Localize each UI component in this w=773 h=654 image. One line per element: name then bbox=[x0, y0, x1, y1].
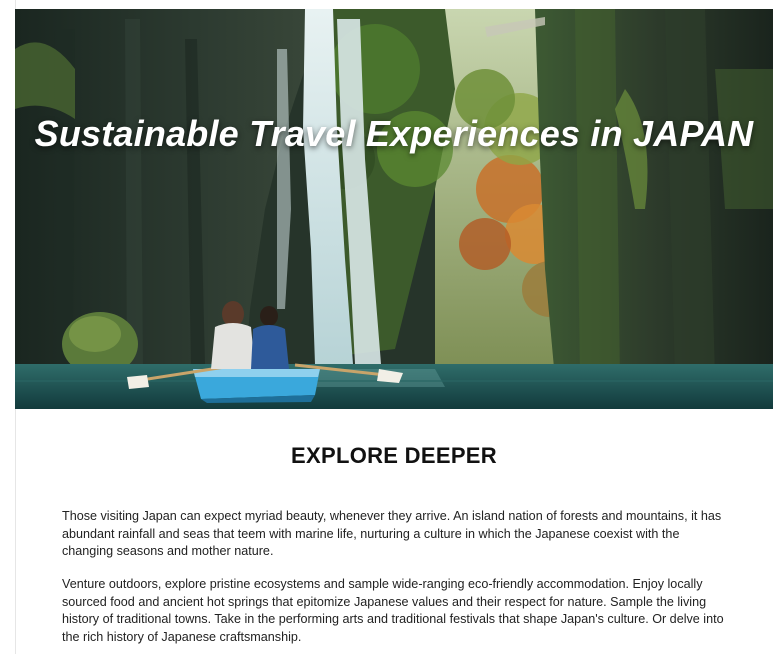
hero-image bbox=[15, 9, 773, 409]
hero-banner: Sustainable Travel Experiences in JAPAN bbox=[15, 9, 773, 409]
intro-paragraph: Those visiting Japan can expect myriad b… bbox=[62, 509, 722, 559]
section-heading: EXPLORE DEEPER bbox=[291, 443, 497, 468]
page: Sustainable Travel Experiences in JAPAN … bbox=[0, 0, 773, 654]
details-paragraph: Venture outdoors, explore pristine ecosy… bbox=[62, 577, 724, 644]
left-margin bbox=[0, 0, 16, 654]
hero-title: Sustainable Travel Experiences in JAPAN bbox=[34, 113, 754, 154]
